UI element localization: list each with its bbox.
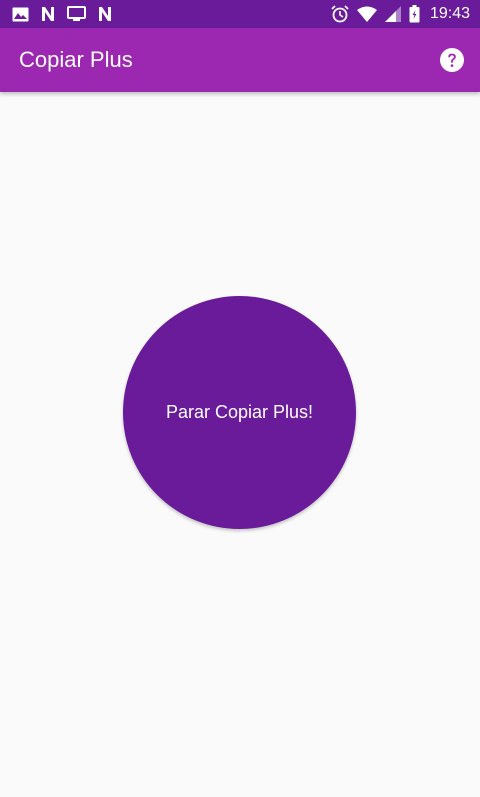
alarm-icon xyxy=(331,5,349,23)
app-bar: Copiar Plus xyxy=(0,28,480,92)
image-icon xyxy=(12,7,29,22)
signal-icon xyxy=(384,6,401,22)
status-bar: 19:43 xyxy=(0,0,480,28)
stop-copiar-plus-button[interactable]: Parar Copiar Plus! xyxy=(123,296,356,529)
status-bar-system: 19:43 xyxy=(331,4,470,24)
app-title: Copiar Plus xyxy=(19,47,133,72)
help-icon xyxy=(440,48,464,76)
status-bar-notifications xyxy=(12,5,113,23)
clock-time: 19:43 xyxy=(429,5,470,22)
tv-icon xyxy=(67,6,86,22)
stop-copiar-plus-label: Parar Copiar Plus! xyxy=(165,402,314,422)
n-notification-icon xyxy=(97,6,113,22)
wifi-icon xyxy=(356,6,377,22)
n-notification-icon xyxy=(40,6,56,22)
help-button[interactable] xyxy=(440,48,464,72)
battery-icon xyxy=(409,5,420,23)
screen: 19:43 Copiar Plus Parar Copiar Plus! xyxy=(0,0,480,797)
